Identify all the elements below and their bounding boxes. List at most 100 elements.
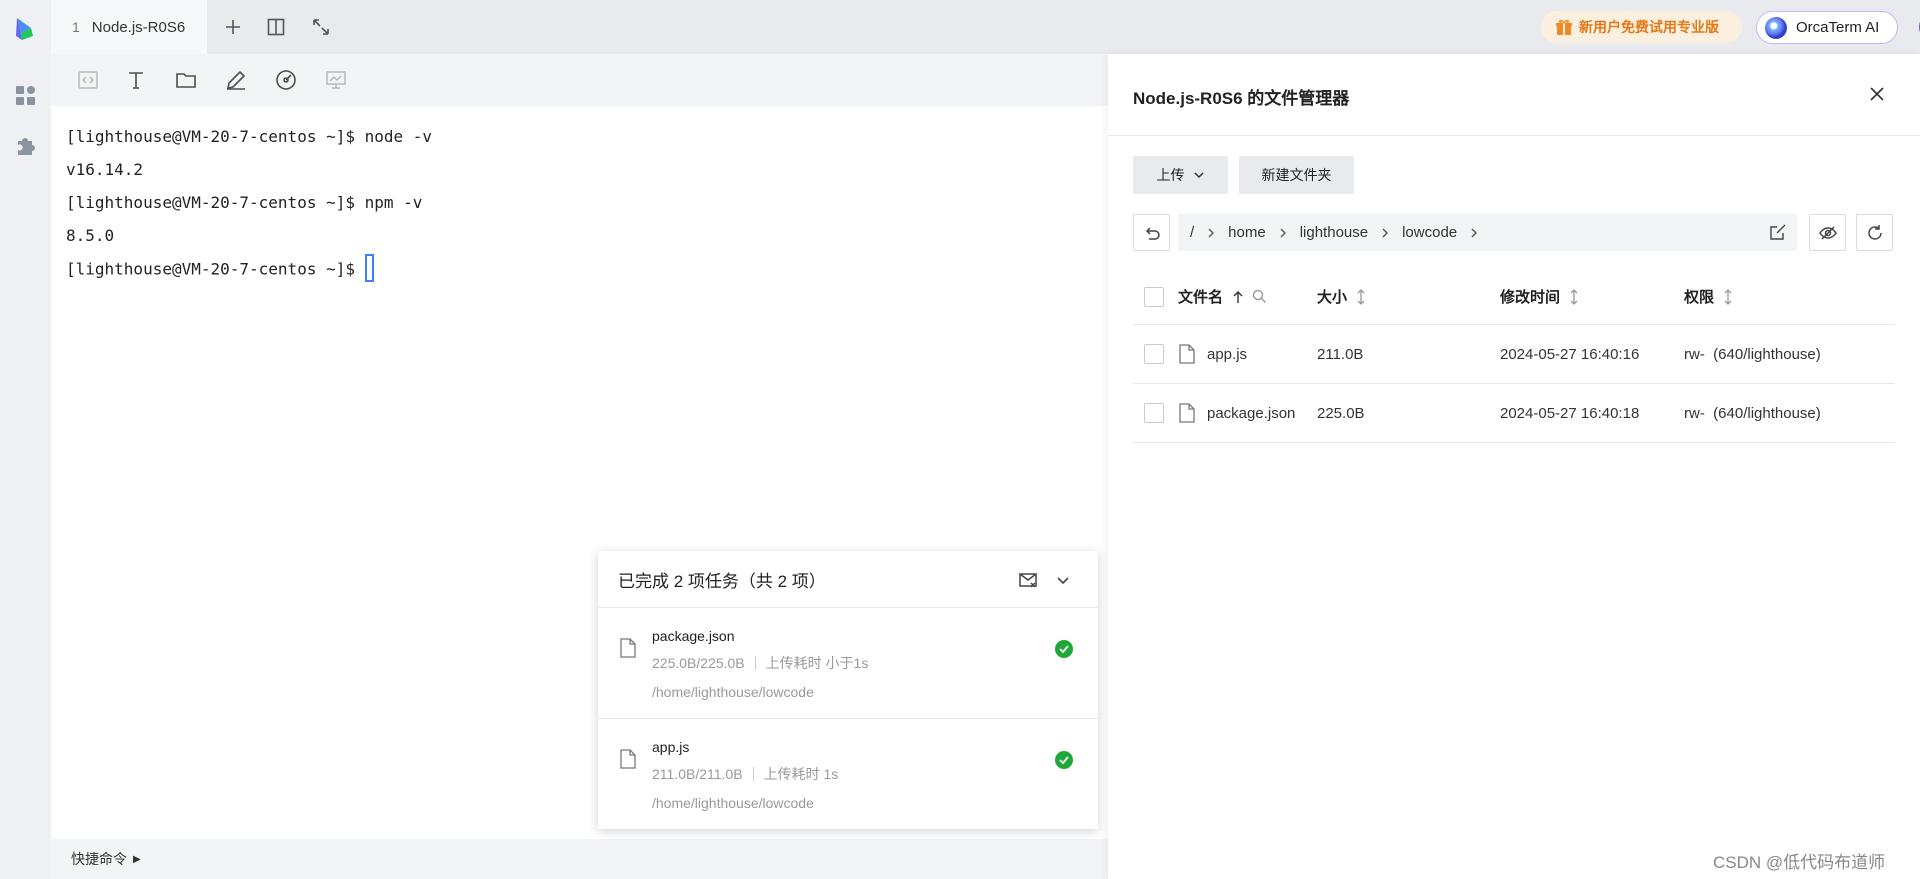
- breadcrumb-label: /: [1190, 224, 1195, 241]
- refresh-button[interactable]: [1856, 214, 1893, 251]
- popup-title: 已完成 2 项任务（共 2 项）: [618, 571, 826, 591]
- plugin-icon[interactable]: [15, 135, 36, 156]
- chevron-right-icon: [1280, 228, 1286, 237]
- task-file-name: app.js: [652, 739, 690, 755]
- table-row[interactable]: package.json 225.0B 2024-05-27 16:40:18 …: [1133, 384, 1895, 443]
- file-name[interactable]: package.json: [1207, 405, 1295, 422]
- toggle-hidden-button[interactable]: [1809, 214, 1846, 251]
- file-perm: rw- (640/lighthouse): [1684, 405, 1821, 422]
- collapse-chevron-icon[interactable]: [1053, 570, 1073, 590]
- folder-icon[interactable]: [174, 68, 198, 92]
- ai-orb-icon: [1765, 16, 1787, 39]
- watermark: CSDN @低代码布道师: [1713, 853, 1886, 872]
- top-bar: 1 Node.js-R0S6 新用户免费试用专业版 OrcaTerm AI 微: [51, 0, 1920, 54]
- clear-mail-icon[interactable]: [1018, 570, 1038, 590]
- terminal-toolbar: [51, 54, 1108, 106]
- column-name-header[interactable]: 文件名: [1178, 286, 1267, 307]
- column-modified-header[interactable]: 修改时间: [1500, 286, 1580, 307]
- task-meta: 211.0B/211.0B 上传耗时 1s: [652, 764, 838, 784]
- task-file-name: package.json: [652, 628, 735, 644]
- breadcrumb-lowcode[interactable]: lowcode: [1402, 224, 1457, 241]
- file-name-cell: package.json: [1179, 403, 1295, 423]
- divider: [752, 767, 754, 781]
- gauge-icon[interactable]: [274, 68, 298, 92]
- chevron-down-icon: [1193, 172, 1204, 179]
- upload-button[interactable]: 上传: [1133, 156, 1228, 194]
- upload-task-popup: 已完成 2 项任务（共 2 项） package.json 225.0B/225…: [598, 551, 1098, 829]
- divider: [1108, 135, 1920, 136]
- terminal-line: [lighthouse@VM-20-7-centos ~]$ node -v: [66, 127, 433, 146]
- row-checkbox[interactable]: [1144, 344, 1164, 364]
- upload-label: 上传: [1156, 167, 1185, 183]
- split-view-button[interactable]: [264, 15, 288, 39]
- file-perm: rw- (640/lighthouse): [1684, 346, 1821, 363]
- file-icon: [620, 638, 636, 658]
- perm-owner: (640/lighthouse): [1713, 404, 1821, 422]
- task-progress: 211.0B/211.0B: [652, 766, 743, 782]
- file-name-cell: app.js: [1179, 344, 1247, 364]
- column-perm-header[interactable]: 权限: [1684, 286, 1734, 307]
- chevron-right-icon: [1208, 228, 1215, 237]
- back-button[interactable]: [1133, 214, 1170, 251]
- edit-icon[interactable]: [224, 68, 248, 92]
- success-check-icon: [1055, 751, 1073, 769]
- ai-label: OrcaTerm AI: [1796, 19, 1880, 36]
- task-duration: 上传耗时 1s: [763, 766, 839, 782]
- new-tab-button[interactable]: [221, 15, 245, 39]
- text-format-icon[interactable]: [124, 68, 148, 92]
- monitor-icon[interactable]: [324, 68, 348, 92]
- edit-path-icon[interactable]: [1769, 223, 1787, 241]
- code-icon[interactable]: [76, 68, 100, 92]
- close-icon[interactable]: [1868, 85, 1886, 103]
- undo-icon: [1145, 226, 1160, 240]
- row-checkbox[interactable]: [1144, 403, 1164, 423]
- file-icon: [1179, 403, 1195, 423]
- plus-icon: [226, 20, 240, 34]
- file-size: 211.0B: [1317, 345, 1364, 363]
- quick-commands-bar[interactable]: 快捷命令 ▶: [51, 839, 1108, 879]
- task-progress: 225.0B/225.0B: [652, 655, 745, 671]
- sort-icon: [1570, 288, 1578, 305]
- terminal-line: v16.14.2: [66, 160, 144, 179]
- promo-label: 新用户免费试用专业版: [1579, 19, 1719, 35]
- terminal-tab[interactable]: 1 Node.js-R0S6: [51, 0, 207, 54]
- eye-off-icon: [1818, 225, 1837, 240]
- chevron-right-icon: [1382, 228, 1389, 237]
- gift-icon: [1556, 19, 1572, 35]
- fullscreen-button[interactable]: [309, 15, 333, 39]
- refresh-icon: [1867, 224, 1882, 240]
- column-label: 修改时间: [1500, 289, 1561, 306]
- app-logo-icon: [16, 18, 33, 40]
- search-icon[interactable]: [1252, 289, 1267, 304]
- breadcrumb-home[interactable]: home: [1228, 224, 1266, 241]
- task-item: package.json 225.0B/225.0B 上传耗时 小于1s /hom…: [598, 608, 1098, 719]
- expand-icon: [313, 19, 329, 35]
- table-header: 文件名 大小 修改时间 权限: [1133, 269, 1895, 325]
- select-all-checkbox[interactable]: [1144, 286, 1164, 307]
- breadcrumb: / home lighthouse lowcode: [1178, 214, 1797, 251]
- terminal-prompt: [lighthouse@VM-20-7-centos ~]$: [66, 259, 365, 279]
- sort-icon: [1357, 288, 1365, 305]
- file-name[interactable]: app.js: [1207, 346, 1247, 363]
- new-folder-label: 新建文件夹: [1261, 167, 1332, 183]
- breadcrumb-lighthouse[interactable]: lighthouse: [1300, 224, 1368, 241]
- terminal-line: [lighthouse@VM-20-7-centos ~]$ npm -v: [66, 193, 423, 212]
- orcaterm-ai-button[interactable]: OrcaTerm AI: [1756, 11, 1898, 44]
- table-row[interactable]: app.js 211.0B 2024-05-27 16:40:16 rw- (6…: [1133, 325, 1895, 384]
- column-label: 文件名: [1178, 289, 1224, 306]
- task-path: /home/lighthouse/lowcode: [652, 684, 814, 700]
- promo-button[interactable]: 新用户免费试用专业版: [1541, 11, 1742, 43]
- column-size-header[interactable]: 大小: [1317, 286, 1367, 307]
- terminal-cursor: [364, 254, 374, 282]
- dashboard-icon[interactable]: [15, 85, 36, 106]
- file-manager-title: Node.js-R0S6 的文件管理器: [1133, 89, 1350, 108]
- chevron-right-icon: [1471, 228, 1478, 237]
- file-size: 225.0B: [1317, 404, 1365, 422]
- quick-commands-label: 快捷命令: [71, 851, 127, 867]
- breadcrumb-root[interactable]: /: [1190, 224, 1194, 241]
- new-folder-button[interactable]: 新建文件夹: [1239, 156, 1354, 194]
- perm-owner: (640/lighthouse): [1713, 345, 1821, 363]
- caret-right-icon: ▶: [133, 853, 141, 865]
- task-duration: 上传耗时 小于1s: [765, 655, 869, 671]
- left-rail: [0, 0, 51, 879]
